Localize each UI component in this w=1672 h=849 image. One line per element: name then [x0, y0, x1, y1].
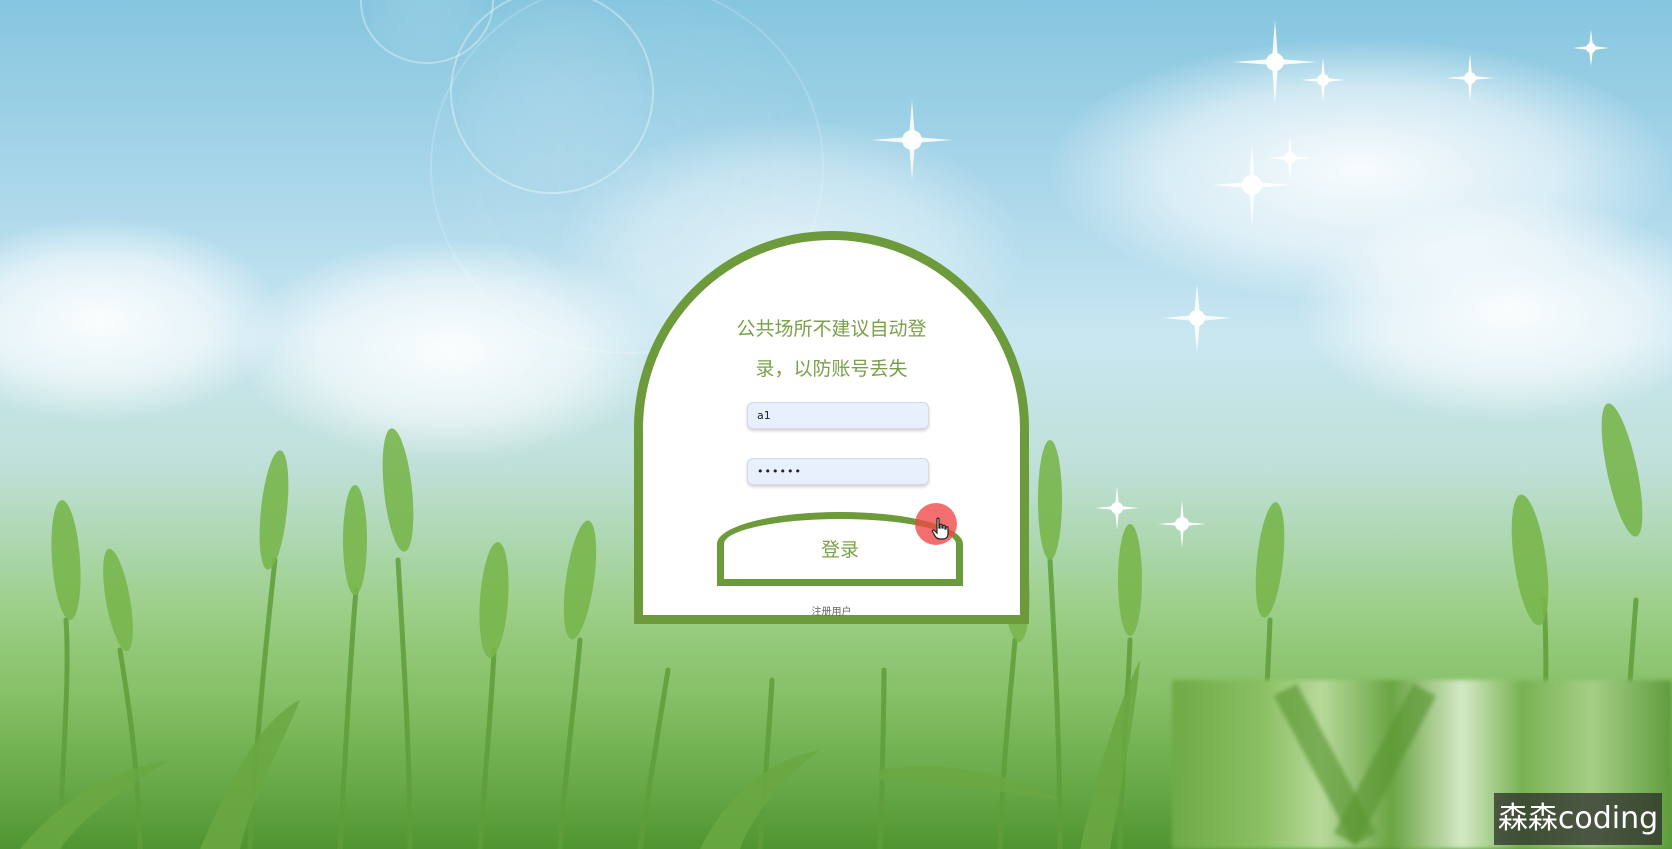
register-link[interactable]: 注册用户	[643, 603, 1020, 618]
login-page-background: 公共场所不建议自动登 录，以防账号丢失 登录 注册用户 森森coding	[0, 0, 1672, 849]
hand-pointer-icon	[931, 517, 949, 540]
password-input[interactable]	[747, 458, 929, 485]
login-hint-line-2: 录，以防账号丢失	[755, 358, 908, 380]
login-card: 公共场所不建议自动登 录，以防账号丢失 登录 注册用户	[634, 231, 1029, 624]
login-hint-line-1: 公共场所不建议自动登	[736, 318, 927, 340]
username-input[interactable]	[747, 402, 929, 429]
cursor-highlight	[915, 503, 957, 545]
watermark-label: 森森coding	[1494, 793, 1662, 845]
login-hint-title: 公共场所不建议自动登 录，以防账号丢失	[643, 309, 1020, 389]
